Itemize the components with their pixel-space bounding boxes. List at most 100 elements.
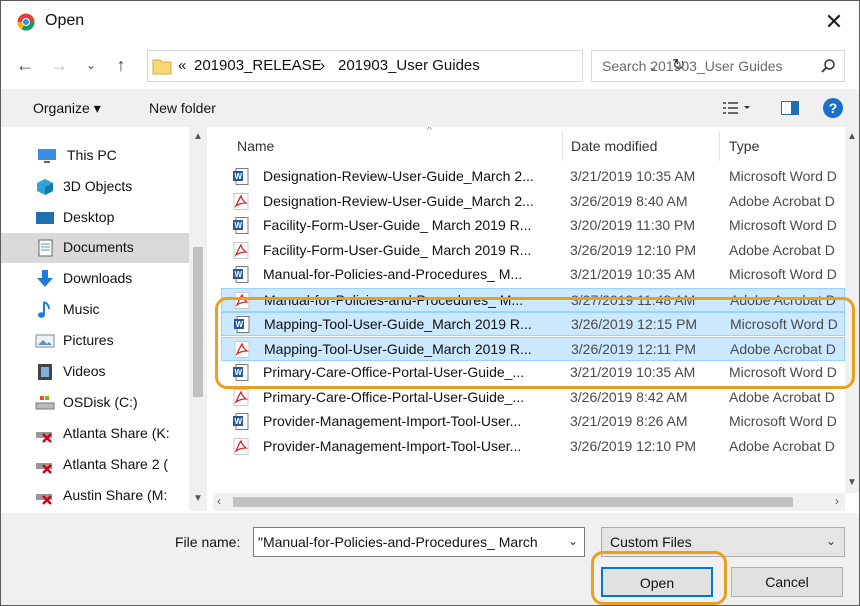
breadcrumb-overflow[interactable]: « [178, 57, 186, 74]
sidebar-item-desktop[interactable]: Desktop [1, 203, 189, 233]
sidebar-item-atlanta-share[interactable]: Atlanta Share (K: [1, 419, 189, 449]
sidebar-item-osdisk[interactable]: OSDisk (C:) [1, 388, 189, 418]
scroll-up-icon[interactable]: ▲ [846, 131, 858, 142]
sidebar-item-this-pc[interactable]: This PC [1, 141, 189, 171]
sidebar-item-label: Documents [63, 239, 134, 255]
file-name: Primary-Care-Office-Portal-User-Guide_..… [263, 388, 525, 405]
forward-button[interactable]: → [49, 55, 69, 75]
file-name: Manual-for-Policies-and-Procedures_ M... [264, 291, 524, 308]
sidebar-item-music[interactable]: Music [1, 295, 189, 325]
file-list-vertical-scrollbar[interactable]: ▲ ▼ [845, 127, 859, 493]
sidebar-scrollbar[interactable]: ▲ ▼ [189, 127, 207, 511]
column-header-name[interactable]: Name ^ [237, 127, 557, 165]
file-name-label: File name: [175, 534, 241, 550]
sidebar-item-3d-objects[interactable]: 3D Objects [1, 172, 189, 202]
pdf-document-icon [233, 437, 249, 455]
file-date-modified: 3/26/2019 12:10 PM [570, 241, 697, 258]
column-separator[interactable] [562, 131, 563, 161]
file-row[interactable]: Manual-for-Policies-and-Procedures_ M...… [221, 287, 845, 312]
breadcrumb-item-release[interactable]: 201903_RELEASE [194, 57, 322, 74]
file-date-modified: 3/26/2019 12:10 PM [570, 437, 697, 454]
column-header-type[interactable]: Type [729, 127, 839, 165]
file-name: Mapping-Tool-User-Guide_March 2019 R... [264, 340, 532, 357]
file-type: Microsoft Word D [730, 316, 838, 332]
chrome-icon [17, 13, 35, 31]
file-row[interactable]: W Designation-Review-User-Guide_March 2..… [221, 165, 845, 189]
file-type-select[interactable]: Custom Files ⌄ [601, 527, 845, 557]
open-button[interactable]: Open [601, 567, 713, 597]
file-list-horizontal-scrollbar[interactable]: ‹ › [213, 493, 845, 511]
breadcrumb-item-user-guides[interactable]: 201903_User Guides [338, 57, 480, 74]
close-button[interactable]: ✕ [819, 7, 849, 37]
scroll-down-icon[interactable]: ▼ [192, 493, 204, 504]
file-type: Adobe Acrobat D [729, 437, 835, 454]
sidebar-scroll-thumb[interactable] [193, 247, 203, 397]
sort-ascending-icon: ^ [427, 127, 432, 136]
up-button[interactable]: ↑ [111, 55, 131, 75]
horizontal-scroll-thumb[interactable] [233, 497, 793, 507]
file-date-modified: 3/26/2019 12:15 PM [571, 316, 698, 332]
folder-icon [152, 59, 172, 75]
documents-icon [38, 239, 53, 257]
preview-pane-icon[interactable] [781, 101, 799, 115]
file-row[interactable]: Mapping-Tool-User-Guide_March 2019 R... 3… [221, 336, 845, 361]
column-separator[interactable] [719, 131, 720, 161]
sidebar-item-label: Atlanta Share (K: [63, 425, 170, 441]
new-folder-button[interactable]: New folder [149, 100, 216, 116]
file-row[interactable]: Facility-Form-User-Guide_ March 2019 R..… [221, 239, 845, 263]
sidebar-item-documents[interactable]: Documents [1, 233, 189, 263]
file-type: Adobe Acrobat D [729, 192, 835, 209]
column-name-label: Name [237, 138, 275, 154]
file-row[interactable]: Provider-Management-Import-Tool-User... 3… [221, 435, 845, 459]
file-type: Adobe Acrobat D [730, 291, 836, 308]
file-row[interactable]: Designation-Review-User-Guide_March 2...… [221, 190, 845, 214]
column-header-date[interactable]: Date modified [571, 127, 721, 165]
file-row[interactable]: W Provider-Management-Import-Tool-User...… [221, 410, 845, 434]
file-date-modified: 3/26/2019 8:40 AM [570, 192, 688, 209]
sidebar-item-austin-share[interactable]: Austin Share (M: [1, 481, 189, 511]
word-document-icon: W [233, 168, 249, 185]
search-box[interactable]: Search 201903_User Guides [591, 50, 845, 82]
sidebar-item-label: 3D Objects [63, 178, 133, 194]
organize-button[interactable]: Organize ▾ [33, 100, 101, 117]
file-date-modified: 3/26/2019 8:42 AM [570, 388, 688, 405]
breadcrumb-separator[interactable]: › [320, 57, 325, 74]
svg-text:W: W [236, 320, 244, 329]
back-button[interactable]: ← [15, 55, 35, 75]
pdf-document-icon [233, 388, 249, 406]
sidebar-item-atlanta-share-2[interactable]: Atlanta Share 2 ( [1, 450, 189, 480]
file-name: Facility-Form-User-Guide_ March 2019 R..… [263, 241, 532, 258]
sidebar-item-pictures[interactable]: Pictures [1, 326, 189, 356]
file-type-value: Custom Files [610, 534, 692, 550]
scroll-down-icon[interactable]: ▼ [846, 477, 858, 488]
scroll-left-icon[interactable]: ‹ [217, 494, 221, 508]
file-row[interactable]: Primary-Care-Office-Portal-User-Guide_..… [221, 386, 845, 410]
dialog-title: Open [45, 12, 85, 29]
command-bar: Organize ▾ New folder ? [1, 89, 859, 127]
scroll-right-icon[interactable]: › [835, 494, 839, 508]
svg-text:W: W [235, 172, 243, 181]
file-row[interactable]: W Mapping-Tool-User-Guide_March 2019 R...… [221, 312, 845, 336]
svg-text:W: W [235, 417, 243, 426]
chevron-down-icon[interactable]: ⌄ [826, 534, 836, 548]
file-row[interactable]: W Manual-for-Policies-and-Procedures_ M..… [221, 263, 845, 287]
recent-locations-button[interactable]: ⌄ [81, 55, 101, 75]
sidebar-item-label: This PC [67, 147, 117, 163]
file-type: Microsoft Word D [729, 413, 837, 429]
view-options-icon[interactable] [723, 101, 753, 115]
address-bar[interactable]: « 201903_RELEASE › 201903_User Guides ⌄ … [147, 50, 685, 82]
file-row[interactable]: W Facility-Form-User-Guide_ March 2019 R.… [221, 214, 845, 238]
file-name-input[interactable]: "Manual-for-Policies-and-Procedures_ Mar… [253, 527, 585, 557]
sidebar-item-downloads[interactable]: Downloads [1, 264, 189, 294]
help-icon[interactable]: ? [823, 98, 843, 118]
cancel-button[interactable]: Cancel [731, 567, 843, 597]
file-row[interactable]: W Primary-Care-Office-Portal-User-Guide_.… [221, 361, 845, 385]
scroll-up-icon[interactable]: ▲ [192, 131, 204, 142]
file-date-modified: 3/26/2019 12:11 PM [571, 340, 697, 357]
svg-text:W: W [235, 221, 243, 230]
file-type: Microsoft Word D [729, 364, 837, 380]
sidebar-item-videos[interactable]: Videos [1, 357, 189, 387]
file-name-value: "Manual-for-Policies-and-Procedures_ Mar… [258, 534, 538, 550]
file-type: Adobe Acrobat D [730, 340, 836, 357]
chevron-down-icon[interactable]: ⌄ [568, 534, 578, 548]
